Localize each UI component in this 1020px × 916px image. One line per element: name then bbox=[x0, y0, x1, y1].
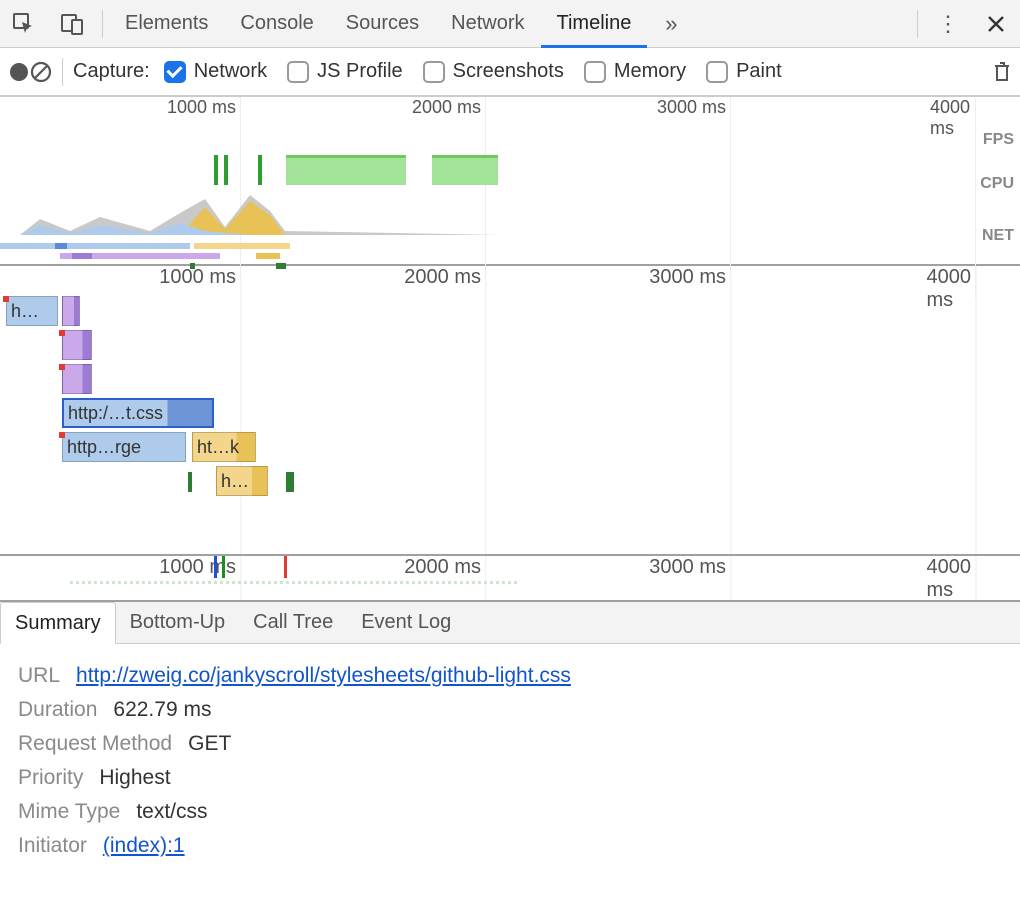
kebab-menu-icon[interactable]: ⋮ bbox=[924, 11, 972, 37]
capture-js-profile[interactable]: JS Profile bbox=[287, 60, 403, 83]
timeline-waterfall[interactable]: 1000 ms2000 ms3000 ms4000 ms h…http:/…t.… bbox=[0, 266, 1020, 556]
detail-tab-call-tree[interactable]: Call Tree bbox=[239, 602, 347, 643]
checkbox-icon[interactable] bbox=[164, 61, 186, 83]
ruler-tick: 3000 ms bbox=[657, 97, 730, 118]
capture-network[interactable]: Network bbox=[164, 60, 267, 83]
ruler-tick: 3000 ms bbox=[649, 556, 730, 579]
ruler-tick: 1000 ms bbox=[159, 266, 240, 289]
record-icon[interactable] bbox=[8, 61, 30, 83]
timeline-detail-tabs: SummaryBottom-UpCall TreeEvent Log bbox=[0, 602, 1020, 644]
checkbox-icon[interactable] bbox=[423, 61, 445, 83]
checkbox-label: Memory bbox=[614, 60, 686, 83]
overflow-icon[interactable]: » bbox=[647, 11, 695, 37]
waterfall-bar[interactable]: h… bbox=[216, 466, 268, 496]
checkbox-label: Network bbox=[194, 60, 267, 83]
capture-screenshots[interactable]: Screenshots bbox=[423, 60, 564, 83]
summary-mime-value: text/css bbox=[136, 800, 207, 824]
waterfall-bar[interactable]: h… bbox=[6, 296, 58, 326]
detail-tab-event-log[interactable]: Event Log bbox=[347, 602, 465, 643]
panel-tab-sources[interactable]: Sources bbox=[330, 0, 435, 47]
timeline-overview[interactable]: 1000 ms2000 ms3000 ms4000 ms FPS CPU NET bbox=[0, 96, 1020, 266]
priority-marker bbox=[59, 432, 65, 438]
checkbox-label: JS Profile bbox=[317, 60, 403, 83]
divider bbox=[102, 10, 103, 38]
detail-tab-bottom-up[interactable]: Bottom-Up bbox=[116, 602, 240, 643]
summary-duration-value: 622.79 ms bbox=[113, 698, 211, 722]
timing-tick bbox=[188, 472, 192, 492]
waterfall-bar[interactable]: ht…k bbox=[192, 432, 256, 462]
priority-marker bbox=[3, 296, 9, 302]
devtools-main-tabs: ElementsConsoleSourcesNetworkTimeline » … bbox=[0, 0, 1020, 48]
summary-panel: URL http://zweig.co/jankyscroll/styleshe… bbox=[0, 644, 1020, 878]
summary-initiator-label: Initiator bbox=[18, 834, 87, 858]
capture-memory[interactable]: Memory bbox=[584, 60, 686, 83]
checkbox-label: Screenshots bbox=[453, 60, 564, 83]
timeline-capture-toolbar: Capture: Network JS Profile Screenshots Mem… bbox=[0, 48, 1020, 96]
ruler-tick: 1000 ms bbox=[167, 97, 240, 118]
summary-url-label: URL bbox=[18, 664, 60, 688]
capture-label: Capture: bbox=[73, 60, 150, 83]
capture-paint[interactable]: Paint bbox=[706, 60, 782, 83]
summary-method-label: Request Method bbox=[18, 732, 172, 756]
divider bbox=[917, 10, 918, 38]
close-icon[interactable] bbox=[972, 14, 1020, 34]
ruler-tick: 2000 ms bbox=[404, 266, 485, 289]
waterfall-bar[interactable] bbox=[62, 296, 80, 326]
ruler-tick: 2000 ms bbox=[412, 97, 485, 118]
timeline-markers[interactable]: 1000 ms 2000 ms 3000 ms 4000 ms bbox=[0, 556, 1020, 602]
timing-tick bbox=[290, 472, 294, 492]
ruler-tick: 4000 ms bbox=[927, 556, 976, 602]
panel-tab-network[interactable]: Network bbox=[435, 0, 540, 47]
device-toolbar-icon[interactable] bbox=[48, 12, 96, 36]
ruler-tick: 3000 ms bbox=[649, 266, 730, 289]
waterfall-bar[interactable] bbox=[62, 330, 92, 360]
net-label: NET bbox=[982, 227, 1014, 245]
ruler-tick: 1000 ms bbox=[159, 556, 240, 579]
cpu-label: CPU bbox=[980, 175, 1014, 193]
priority-marker bbox=[59, 330, 65, 336]
clear-icon[interactable] bbox=[30, 61, 52, 83]
checkbox-icon[interactable] bbox=[706, 61, 728, 83]
inspect-icon[interactable] bbox=[0, 12, 48, 36]
checkbox-label: Paint bbox=[736, 60, 782, 83]
summary-duration-label: Duration bbox=[18, 698, 97, 722]
summary-mime-label: Mime Type bbox=[18, 800, 120, 824]
summary-priority-value: Highest bbox=[99, 766, 170, 790]
waterfall-bar[interactable]: http:/…t.css bbox=[62, 398, 214, 428]
summary-initiator-link[interactable]: (index):1 bbox=[103, 834, 185, 858]
fps-label: FPS bbox=[983, 131, 1014, 149]
summary-priority-label: Priority bbox=[18, 766, 83, 790]
panel-tab-elements[interactable]: Elements bbox=[109, 0, 224, 47]
checkbox-icon[interactable] bbox=[584, 61, 606, 83]
panel-tab-console[interactable]: Console bbox=[224, 0, 329, 47]
detail-tab-summary[interactable]: Summary bbox=[0, 602, 116, 644]
ruler-tick: 2000 ms bbox=[404, 556, 485, 579]
waterfall-bar[interactable]: http…rge bbox=[62, 432, 186, 462]
divider bbox=[62, 58, 63, 86]
trash-icon[interactable] bbox=[992, 60, 1012, 84]
overview-lanes bbox=[0, 125, 968, 264]
checkbox-icon[interactable] bbox=[287, 61, 309, 83]
summary-url-link[interactable]: http://zweig.co/jankyscroll/stylesheets/… bbox=[76, 664, 571, 688]
priority-marker bbox=[59, 364, 65, 370]
summary-method-value: GET bbox=[188, 732, 231, 756]
waterfall-bar[interactable] bbox=[62, 364, 92, 394]
panel-tab-timeline[interactable]: Timeline bbox=[541, 0, 648, 47]
